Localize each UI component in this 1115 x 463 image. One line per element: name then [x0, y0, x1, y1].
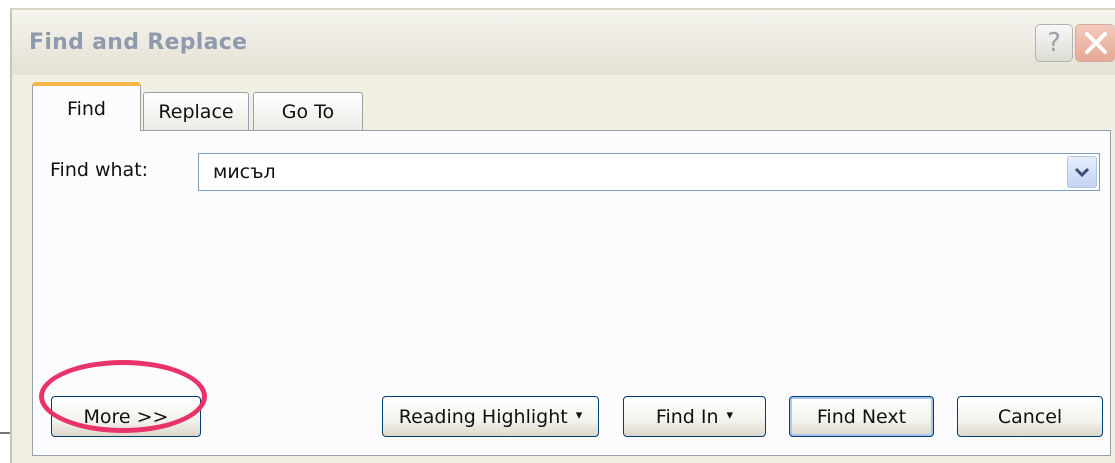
find-in-label: Find In	[655, 405, 719, 428]
tab-find[interactable]: Find	[32, 82, 141, 131]
dialog-title: Find and Replace	[29, 30, 248, 55]
close-button[interactable]	[1075, 24, 1115, 62]
help-icon: ?	[1047, 28, 1061, 58]
chevron-down-icon	[1074, 167, 1090, 178]
find-next-label: Find Next	[816, 405, 907, 428]
more-button-label: More >>	[83, 405, 169, 428]
more-button[interactable]: More >>	[51, 396, 201, 437]
find-in-button[interactable]: Find In ▾	[623, 396, 766, 437]
find-next-button[interactable]: Find Next	[789, 396, 934, 437]
cancel-label: Cancel	[997, 405, 1063, 428]
cancel-button[interactable]: Cancel	[957, 396, 1103, 437]
help-button[interactable]: ?	[1035, 24, 1073, 62]
dropdown-caret-icon: ▾	[726, 408, 734, 423]
tab-replace-label: Replace	[158, 100, 234, 123]
screenshot-frame: Find and Replace ? Find Replace Go To Fi	[0, 0, 1115, 463]
find-what-label: Find what:	[50, 159, 149, 181]
title-bar[interactable]: Find and Replace ?	[12, 10, 1115, 75]
reading-highlight-button[interactable]: Reading Highlight ▾	[382, 396, 599, 437]
close-icon	[1084, 32, 1107, 54]
find-tab-panel: Find what: More >> Reading Highlight ▾ F…	[32, 130, 1111, 456]
tab-replace[interactable]: Replace	[143, 92, 249, 130]
reading-highlight-label: Reading Highlight	[398, 405, 568, 428]
tab-find-label: Find	[67, 97, 106, 120]
find-what-combobox[interactable]	[198, 153, 1100, 191]
tab-go-to-label: Go To	[281, 100, 335, 123]
tab-go-to[interactable]: Go To	[253, 92, 363, 130]
find-replace-dialog: Find and Replace ? Find Replace Go To Fi	[10, 8, 1115, 463]
find-what-input[interactable]	[199, 154, 1065, 190]
find-history-dropdown-button[interactable]	[1067, 156, 1097, 188]
dropdown-caret-icon: ▾	[575, 408, 583, 423]
tab-strip: Find Replace Go To	[32, 82, 632, 131]
